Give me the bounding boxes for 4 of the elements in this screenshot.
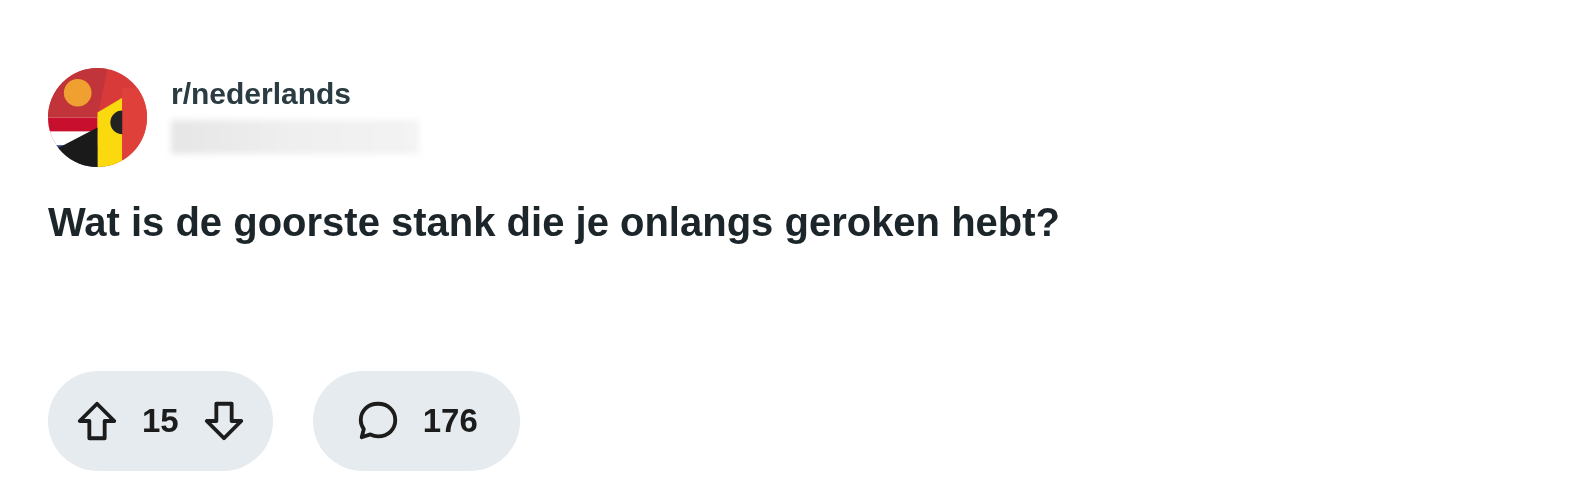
comments-button[interactable]: 176 [312,371,520,471]
vote-count: 15 [142,402,179,440]
subreddit-name[interactable]: r/nederlands [171,76,419,112]
post-title[interactable]: Wat is de goorste stank die je onlangs geroken hebt? [48,197,1570,247]
